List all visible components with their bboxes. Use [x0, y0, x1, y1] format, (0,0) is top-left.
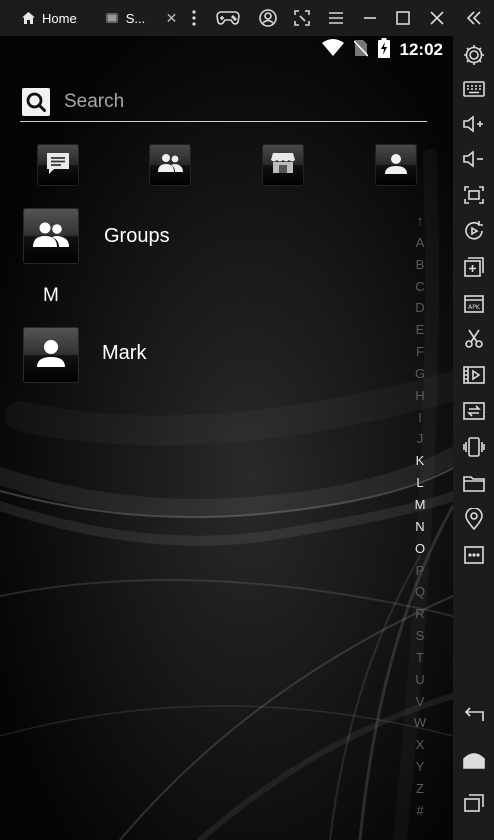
- settings-icon[interactable]: [453, 40, 494, 70]
- account-icon[interactable]: [251, 0, 285, 36]
- message-icon: [45, 151, 71, 180]
- contact-avatar[interactable]: [23, 327, 79, 383]
- emulator-titlebar: Home S... ✕: [0, 0, 494, 36]
- volume-up-icon[interactable]: [453, 109, 494, 139]
- android-screen: 12:02 Groups M: [0, 36, 453, 840]
- contact-name[interactable]: Mark: [102, 342, 146, 365]
- alphabet-letter[interactable]: B: [416, 254, 425, 276]
- status-clock: 12:02: [399, 40, 443, 59]
- groups-icon: [156, 152, 184, 179]
- scissors-icon[interactable]: [453, 324, 494, 354]
- alphabet-letter[interactable]: M: [415, 494, 426, 516]
- alphabet-letter[interactable]: F: [416, 341, 424, 363]
- groups-icon: [32, 220, 70, 253]
- status-bar: 12:02: [321, 36, 443, 64]
- back-icon[interactable]: [453, 700, 494, 730]
- add-app-icon[interactable]: [453, 252, 494, 282]
- location-icon[interactable]: [453, 504, 494, 534]
- alphabet-letter[interactable]: E: [416, 319, 425, 341]
- alphabet-letter[interactable]: W: [414, 712, 426, 734]
- close-icon[interactable]: [420, 0, 454, 36]
- contact-icon: [35, 338, 67, 373]
- alphabet-letter[interactable]: D: [415, 297, 424, 319]
- alphabet-letter[interactable]: #: [416, 800, 423, 822]
- app-icon: [104, 10, 120, 26]
- alphabet-letter[interactable]: C: [415, 276, 424, 298]
- store-button[interactable]: [262, 144, 304, 186]
- alphabet-letter[interactable]: J: [417, 428, 424, 450]
- alphabet-letter[interactable]: N: [415, 516, 424, 538]
- groups-label[interactable]: Groups: [104, 225, 170, 248]
- sync-icon[interactable]: [453, 396, 494, 426]
- alphabet-letter[interactable]: L: [416, 472, 423, 494]
- rotate-icon[interactable]: [453, 216, 494, 246]
- fullscreen-icon[interactable]: [453, 180, 494, 210]
- folder-icon[interactable]: [453, 468, 494, 498]
- groups-avatar[interactable]: [23, 208, 79, 264]
- alphabet-letter[interactable]: T: [416, 647, 424, 669]
- search-input[interactable]: [62, 89, 396, 114]
- alphabet-letter[interactable]: G: [415, 363, 425, 385]
- contact-icon: [384, 151, 408, 180]
- search-bar[interactable]: [20, 82, 427, 122]
- alphabet-letter[interactable]: O: [415, 538, 425, 560]
- wifi-icon: [321, 38, 344, 62]
- store-icon: [270, 151, 296, 180]
- tab-home[interactable]: Home: [0, 0, 90, 36]
- gamepad-icon[interactable]: [205, 0, 251, 36]
- alphabet-letter[interactable]: Z: [416, 778, 424, 800]
- video-icon[interactable]: [453, 360, 494, 390]
- alphabet-letter[interactable]: Y: [416, 756, 425, 778]
- tab-app[interactable]: S... ✕: [90, 0, 184, 36]
- tab-app-label: S...: [125, 10, 146, 26]
- android-home-icon[interactable]: [453, 744, 494, 774]
- alphabet-letter[interactable]: S: [416, 625, 425, 647]
- search-icon[interactable]: [22, 87, 50, 116]
- contacts-tab-button[interactable]: [375, 144, 417, 186]
- shake-icon[interactable]: [453, 432, 494, 462]
- no-sim-icon: [352, 39, 369, 62]
- volume-down-icon[interactable]: [453, 144, 494, 174]
- emulator-sidebar: APK: [453, 36, 494, 840]
- alphabet-letter[interactable]: V: [416, 691, 425, 713]
- alphabet-letter[interactable]: X: [416, 734, 425, 756]
- home-icon: [20, 10, 36, 26]
- alphabet-letter[interactable]: U: [415, 669, 424, 691]
- alphabet-letter[interactable]: Q: [415, 581, 425, 603]
- alphabet-letter[interactable]: P: [416, 560, 425, 582]
- alphabet-letter[interactable]: R: [415, 603, 424, 625]
- svg-text:APK: APK: [468, 304, 481, 311]
- alphabet-letter[interactable]: H: [415, 385, 424, 407]
- alphabet-index[interactable]: ↑ A B C D E F G H I J K L M N O P Q R S T U V W X Y Z #: [408, 210, 432, 822]
- minimize-icon[interactable]: [353, 0, 387, 36]
- keyboard-icon[interactable]: [453, 74, 494, 104]
- battery-charging-icon: [377, 37, 390, 63]
- recents-icon[interactable]: [453, 788, 494, 818]
- more-vertical-icon[interactable]: [183, 0, 205, 36]
- groups-tab-button[interactable]: [149, 144, 191, 186]
- tab-close-button[interactable]: ✕: [166, 10, 178, 27]
- collapse-icon[interactable]: [454, 0, 494, 36]
- alphabet-letter[interactable]: K: [416, 450, 425, 472]
- alphabet-letter[interactable]: ↑: [417, 210, 424, 232]
- screenshot-icon[interactable]: [285, 0, 319, 36]
- apk-icon[interactable]: APK: [453, 288, 494, 318]
- more-icon[interactable]: [453, 540, 494, 570]
- messages-button[interactable]: [37, 144, 79, 186]
- menu-icon[interactable]: [319, 0, 353, 36]
- maximize-icon[interactable]: [386, 0, 420, 36]
- tab-home-label: Home: [42, 10, 77, 26]
- alphabet-letter[interactable]: I: [418, 407, 422, 429]
- alphabet-letter[interactable]: A: [416, 232, 425, 254]
- section-header: M: [43, 285, 59, 306]
